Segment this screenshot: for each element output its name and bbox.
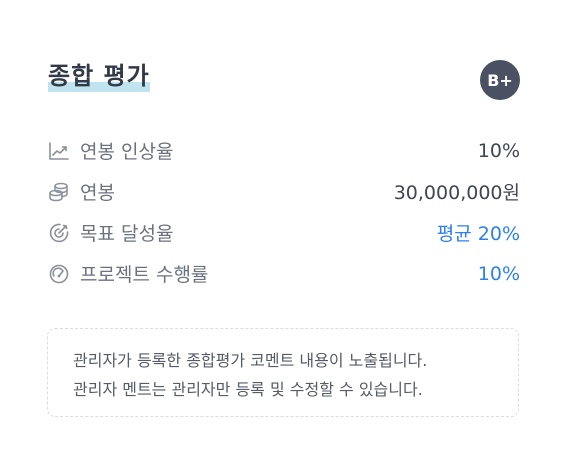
metric-row-goal-achievement: 목표 달성율 평균 20% (48, 212, 520, 253)
summary-evaluation-card: 종합 평가 B+ 연봉 인상율 10% 연봉 30,000,000원 목표 달성… (0, 0, 574, 460)
metrics-list: 연봉 인상율 10% 연봉 30,000,000원 목표 달성율 평균 20% … (48, 130, 520, 294)
comment-line: 관리자 멘트는 관리자만 등록 및 수정할 수 있습니다. (73, 380, 423, 399)
grade-badge: B+ (480, 60, 520, 100)
metric-label: 목표 달성율 (80, 223, 174, 245)
metric-value: 평균 20% (436, 223, 520, 245)
metric-label: 프로젝트 수행률 (80, 264, 209, 286)
evaluation-comment-box: 관리자가 등록한 종합평가 코멘트 내용이 노출됩니다. 관리자 멘트는 관리자… (47, 328, 519, 417)
metric-label: 연봉 (80, 182, 115, 204)
metric-label: 연봉 인상율 (80, 141, 174, 163)
metric-value: 30,000,000원 (393, 182, 520, 204)
target-icon (48, 222, 70, 244)
card-header: 종합 평가 B+ (48, 58, 522, 100)
metric-row-salary-increase: 연봉 인상율 10% (48, 130, 520, 171)
trending-up-icon (48, 140, 70, 162)
coins-icon (48, 181, 70, 203)
metric-value: 10% (477, 262, 520, 285)
comment-line: 관리자가 등록한 종합평가 코멘트 내용이 노출됩니다. (73, 351, 428, 370)
metric-value: 10% (477, 139, 520, 162)
gauge-icon (48, 263, 70, 285)
metric-row-salary: 연봉 30,000,000원 (48, 171, 520, 212)
title-wrap: 종합 평가 (48, 60, 150, 92)
metric-row-project-performance: 프로젝트 수행률 10% (48, 253, 520, 294)
card-title: 종합 평가 (48, 62, 150, 90)
